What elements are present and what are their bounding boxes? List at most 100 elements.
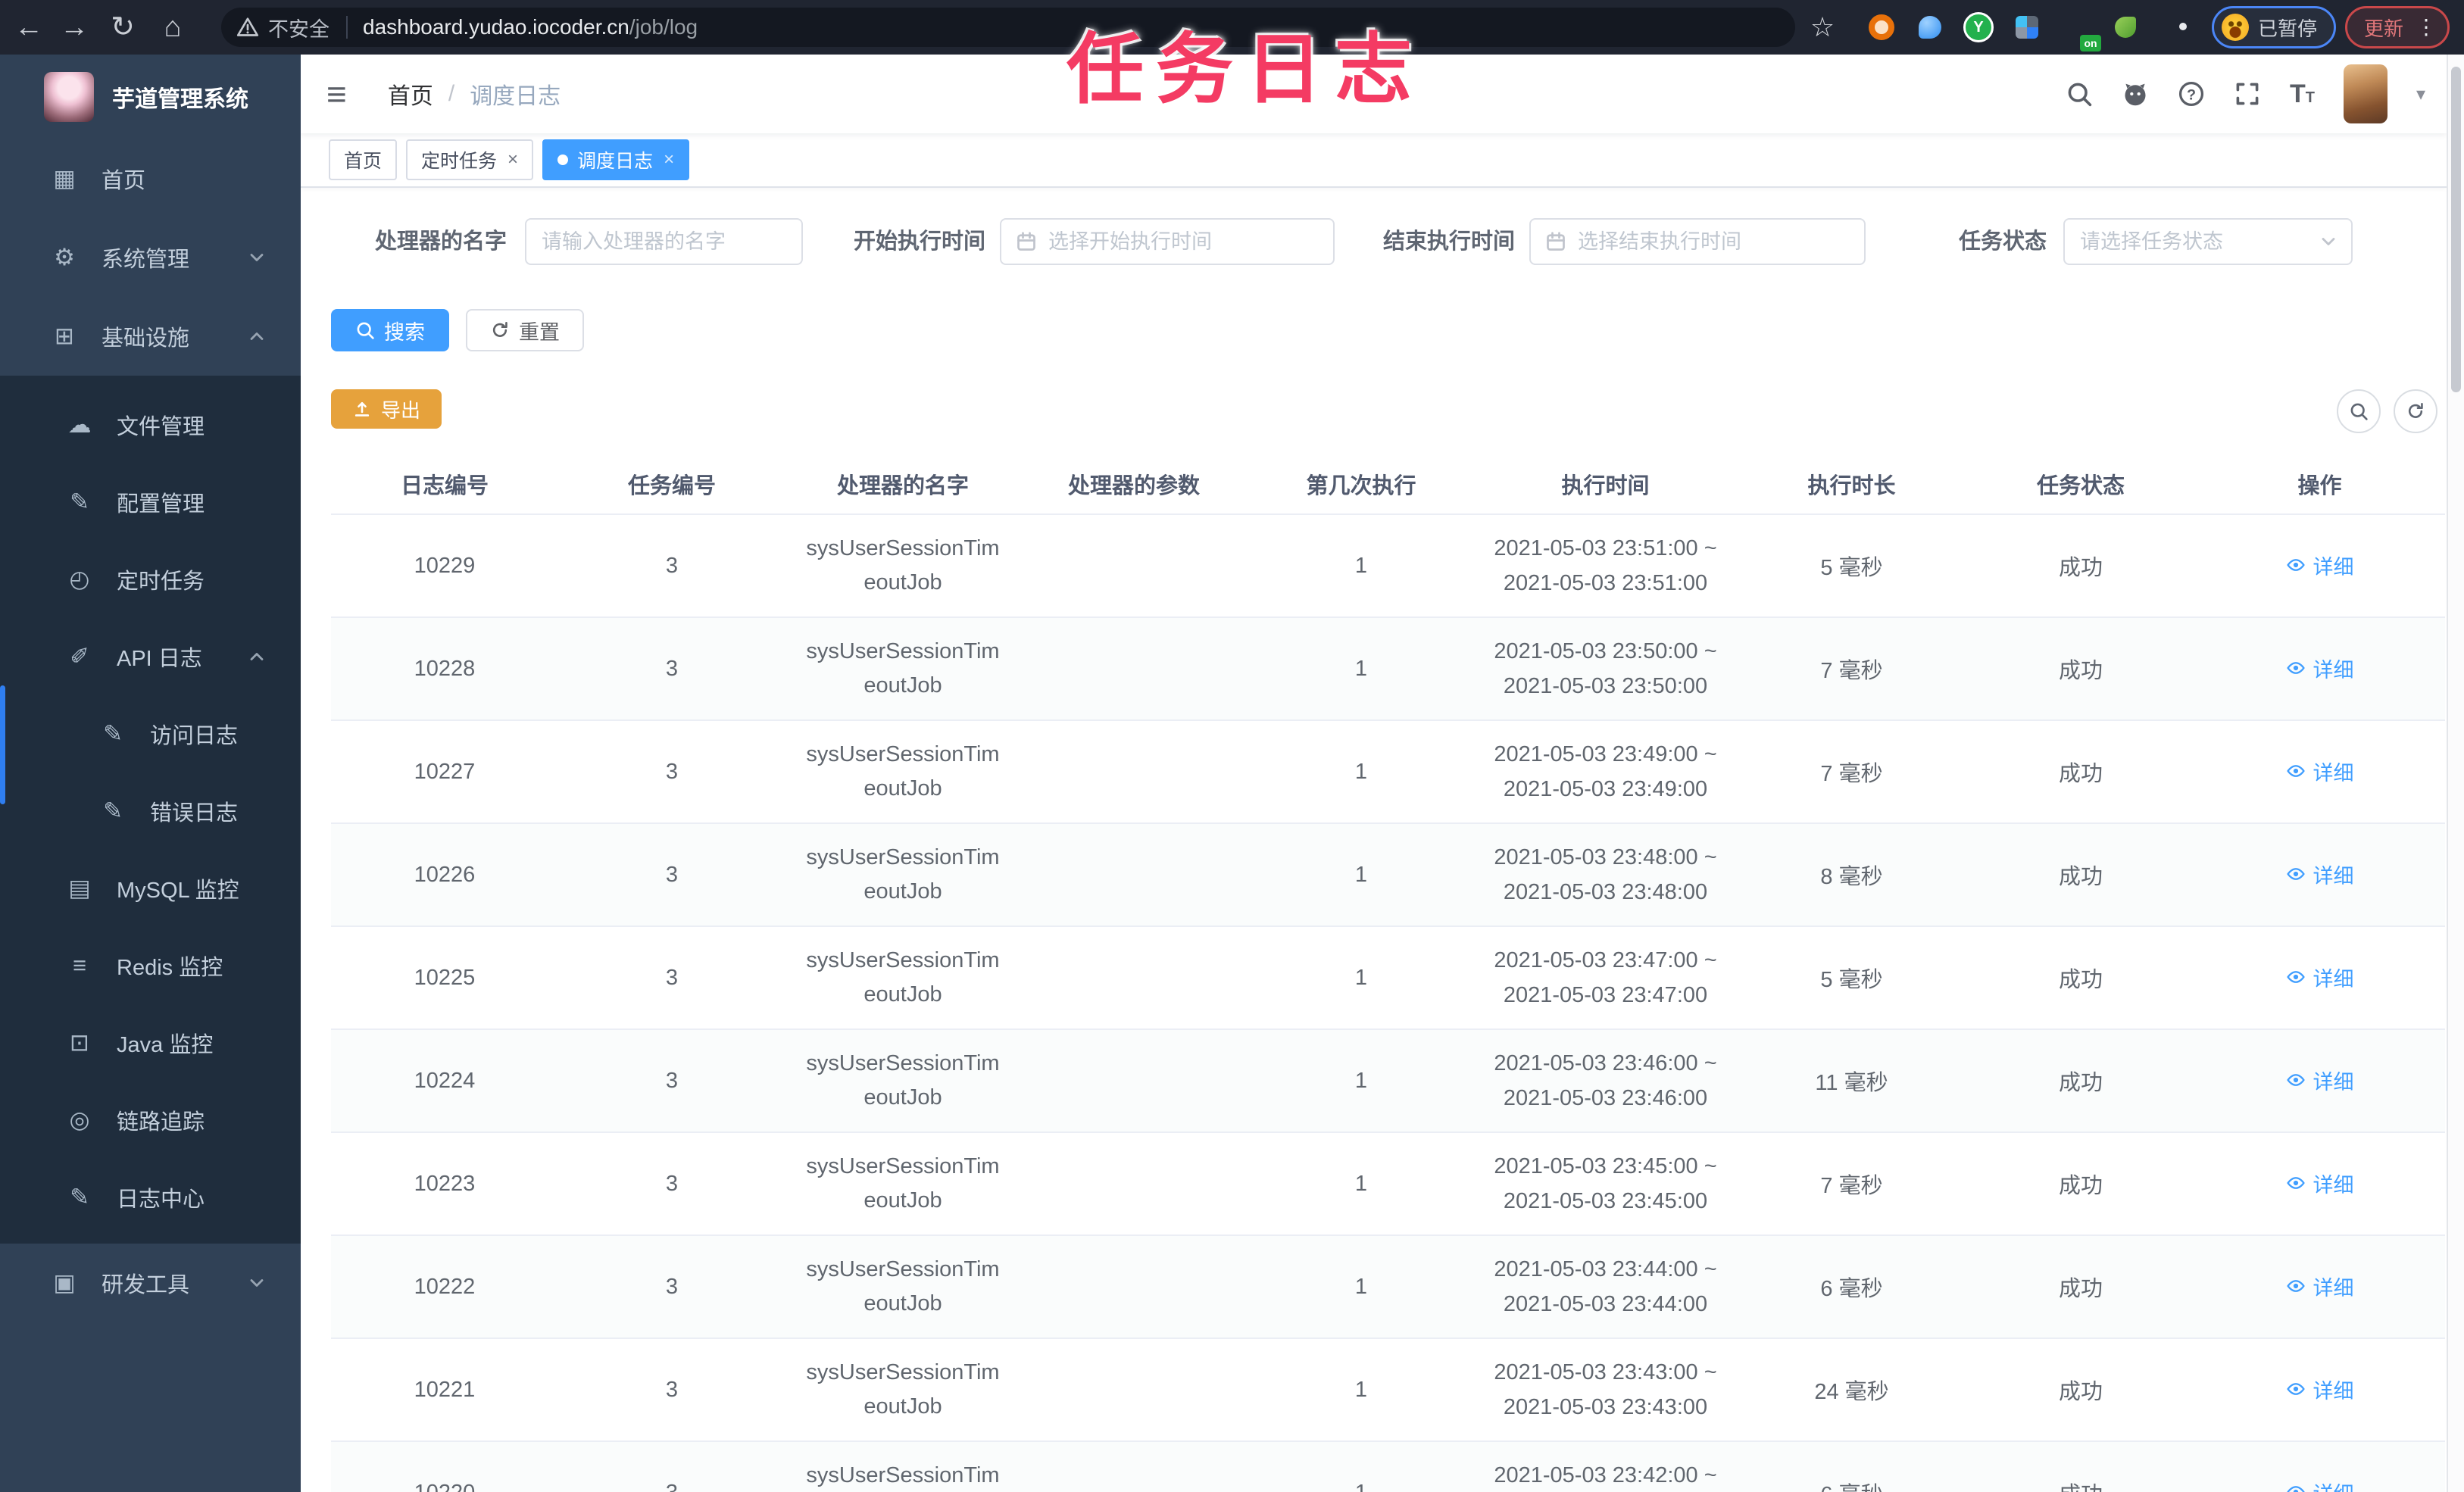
chevron-down-icon xyxy=(246,1272,267,1294)
begin-time-control[interactable] xyxy=(1000,218,1335,265)
cell-time: 2021-05-03 23:42:00 ~2021-05-03 23:42:00 xyxy=(1475,1441,1736,1492)
cell-handler: sysUserSessionTimeoutJob xyxy=(785,1441,1020,1492)
refresh-table-button[interactable] xyxy=(2394,389,2437,433)
detail-link[interactable]: 详细 xyxy=(2286,551,2354,580)
cell-log-id: 10227 xyxy=(331,720,558,824)
extension-leaf-icon[interactable] xyxy=(2115,17,2136,38)
close-icon[interactable]: × xyxy=(664,149,674,170)
filter-form: 处理器的名字 开始执行时间 结束执行时间 任务状态 xyxy=(331,218,2447,265)
extension-orange-icon[interactable] xyxy=(1869,14,1894,40)
paused-extension-pill[interactable]: 已暂停 xyxy=(2212,6,2337,48)
app-title: 芋道管理系统 xyxy=(112,87,248,112)
table-row: 10226 3 sysUserSessionTimeoutJob 1 2021-05-0… xyxy=(331,823,2445,927)
page-scrollbar-thumb[interactable] xyxy=(2451,67,2461,392)
time-start: 2021-05-03 23:51:00 ~ xyxy=(1494,535,1717,560)
extension-green-y-icon[interactable]: Y xyxy=(1963,12,1994,42)
extension-blue-icon[interactable] xyxy=(1919,16,1941,39)
job-status-input[interactable] xyxy=(2065,220,2351,264)
sidebar-item-redis-monitor[interactable]: ≡ Redis 监控 xyxy=(0,927,301,1004)
detail-link[interactable]: 详细 xyxy=(2286,1272,2354,1301)
cell-execute-index: 1 xyxy=(1248,1132,1475,1236)
detail-link[interactable]: 详细 xyxy=(2286,757,2354,786)
tab-timed-task[interactable]: 定时任务 × xyxy=(406,139,534,180)
col-duration: 执行时长 xyxy=(1736,454,1967,515)
cell-time: 2021-05-03 23:48:00 ~ 2021-05-03 23:48:00 xyxy=(1475,823,1736,927)
sidebar-item-log-center[interactable]: ✎ 日志中心 xyxy=(0,1159,301,1236)
cell-handler: sysUserSessionTimeoutJob xyxy=(785,823,1020,927)
hamburger-icon[interactable]: ≡ xyxy=(326,76,347,111)
breadcrumb-home[interactable]: 首页 xyxy=(388,77,433,111)
detail-link[interactable]: 详细 xyxy=(2286,963,2354,992)
detail-link[interactable]: 详细 xyxy=(2286,860,2354,889)
handler-name-control[interactable] xyxy=(525,218,803,265)
reset-button[interactable]: 重置 xyxy=(466,309,584,351)
close-icon[interactable]: × xyxy=(507,149,518,170)
detail-link[interactable]: 详细 xyxy=(2286,654,2354,683)
sidebar-item-access-log[interactable]: ✎ 访问日志 xyxy=(0,695,301,773)
fullscreen-icon[interactable] xyxy=(2234,80,2261,108)
sidebar-item-error-log[interactable]: ✎ 错误日志 xyxy=(0,773,301,850)
extension-grid-icon[interactable] xyxy=(2016,16,2038,39)
header-search-icon[interactable] xyxy=(2066,80,2093,108)
browser-update-button[interactable]: 更新 ⋮ xyxy=(2345,6,2450,48)
detail-link[interactable]: 详细 xyxy=(2286,1066,2354,1095)
sidebar-item-trace[interactable]: ◎ 链路追踪 xyxy=(0,1082,301,1159)
font-size-icon[interactable]: TT xyxy=(2290,81,2315,107)
detail-link[interactable]: 详细 xyxy=(2286,1169,2354,1198)
sidebar-item-timed-task[interactable]: ◴ 定时任务 xyxy=(0,541,301,618)
cell-param xyxy=(1020,1029,1248,1133)
cell-action: 详细 xyxy=(2194,926,2445,1030)
cell-time: 2021-05-03 23:44:00 ~ 2021-05-03 23:44:00 xyxy=(1475,1235,1736,1339)
detail-link[interactable]: 详细 xyxy=(2286,1478,2354,1492)
github-icon[interactable] xyxy=(2122,80,2149,108)
sidebar-item-java-monitor[interactable]: ⊡ Java 监控 xyxy=(0,1004,301,1082)
job-status-control[interactable] xyxy=(2063,218,2353,265)
sidebar-item-system[interactable]: ⚙ 系统管理 xyxy=(0,218,301,297)
sidebar-logo-row[interactable]: 芋道管理系统 xyxy=(0,55,301,139)
browser-forward-icon[interactable]: → xyxy=(52,0,97,55)
sidebar-scrollbar-thumb[interactable] xyxy=(0,685,5,804)
browser-reload-icon[interactable]: ↻ xyxy=(100,0,145,55)
browser-home-icon[interactable]: ⌂ xyxy=(150,0,195,55)
eye-icon xyxy=(2286,967,2306,987)
detail-link[interactable]: 详细 xyxy=(2286,1375,2354,1404)
end-time-control[interactable] xyxy=(1529,218,1866,265)
begin-time-input[interactable] xyxy=(1038,220,1333,264)
screen: ← → ↻ ⌂ 不安全 dashboard.yudao.iocoder.cn /… xyxy=(0,0,2464,1492)
tab-home[interactable]: 首页 xyxy=(329,139,398,180)
handler-name-input[interactable] xyxy=(526,220,801,264)
browser-back-icon[interactable]: ← xyxy=(6,0,52,55)
sidebar-item-config-manage[interactable]: ✎ 配置管理 xyxy=(0,464,301,541)
export-button[interactable]: 导出 xyxy=(331,389,442,429)
table-header-row: 日志编号 任务编号 处理器的名字 处理器的参数 第几次执行 执行时间 执行时长 任务状态 操作 xyxy=(331,454,2445,515)
detail-link-label: 详细 xyxy=(2313,1173,2354,1197)
sidebar-item-infrastructure[interactable]: ⊞ 基础设施 xyxy=(0,297,301,376)
search-button[interactable]: 搜索 xyxy=(331,309,449,351)
detail-link-label: 详细 xyxy=(2313,1276,2354,1300)
tab-job-log[interactable]: 调度日志 × xyxy=(542,139,690,180)
col-job_id: 任务编号 xyxy=(558,454,785,515)
time-start: 2021-05-03 23:49:00 ~ xyxy=(1494,741,1717,766)
cell-param xyxy=(1020,514,1248,618)
sidebar-item-file-manage[interactable]: ☁ 文件管理 xyxy=(0,386,301,464)
chevron-down-icon[interactable]: ▾ xyxy=(2416,83,2425,105)
cell-log-id: 10226 xyxy=(331,823,558,927)
eye-icon xyxy=(2286,761,2306,781)
avatar[interactable] xyxy=(2343,64,2387,123)
cell-execute-index: 1 xyxy=(1248,720,1475,824)
page-scrollbar[interactable] xyxy=(2447,55,2464,1492)
end-time-input[interactable] xyxy=(1567,220,1864,264)
sidebar-item-mysql-monitor[interactable]: ▤ MySQL 监控 xyxy=(0,850,301,927)
bookmark-star-icon[interactable]: ☆ xyxy=(1810,11,1835,43)
toggle-search-button[interactable] xyxy=(2337,389,2381,433)
help-icon[interactable] xyxy=(2178,80,2205,108)
sidebar-item-home[interactable]: ▦ 首页 xyxy=(0,139,301,218)
sidebar-item-dev-tools[interactable]: ▣ 研发工具 xyxy=(0,1244,301,1322)
filter-actions: 搜索 重置 xyxy=(331,309,2447,351)
browser-menu-icon[interactable]: ⋮ xyxy=(2416,17,2437,38)
sidebar-item-api-log[interactable]: ✐ API 日志 xyxy=(0,618,301,695)
address-bar[interactable]: 不安全 dashboard.yudao.iocoder.cn /job/log xyxy=(221,8,1795,47)
col-status: 任务状态 xyxy=(1967,454,2194,515)
time-start: 2021-05-03 23:44:00 ~ xyxy=(1494,1256,1717,1281)
sidebar-item-label: 研发工具 xyxy=(101,1273,190,1297)
